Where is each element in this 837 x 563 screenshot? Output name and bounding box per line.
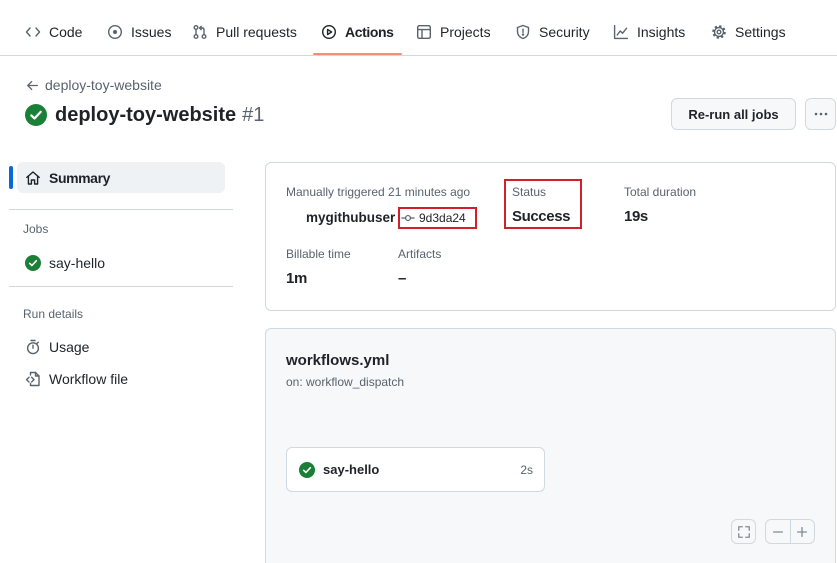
jobs-heading: Jobs (23, 222, 49, 236)
zoom-in-button[interactable] (789, 520, 815, 543)
plus-icon (797, 526, 808, 537)
play-icon (321, 24, 337, 40)
trigger-text: Manually triggered 21 minutes ago (286, 185, 471, 199)
commit-link[interactable]: 9d3da24 (400, 209, 475, 227)
billable-value: 1m (286, 270, 307, 287)
repo-nav: Code Issues Pull requests Actions Projec… (0, 0, 837, 56)
back-to-workflow-link[interactable]: deploy-toy-website (26, 75, 162, 95)
zoom-out-button[interactable] (766, 520, 790, 543)
rerun-all-jobs-button[interactable]: Re-run all jobs (671, 98, 796, 130)
duration-label: Total duration (624, 185, 697, 199)
commit-sha: 9d3da24 (419, 211, 466, 225)
stopwatch-icon (26, 339, 40, 355)
sidebar-item-label: say-hello (49, 255, 106, 271)
run-number: #1 (242, 104, 265, 126)
run-title: deploy-toy-website (55, 104, 237, 126)
dash-icon (772, 530, 783, 533)
tab-label: Issues (131, 24, 172, 40)
sidebar-item-job-say-hello[interactable]: say-hello (17, 251, 225, 275)
kebab-horizontal-icon (814, 112, 827, 116)
tab-security[interactable]: Security (507, 16, 598, 48)
arrow-left-icon (27, 80, 39, 90)
gear-icon (712, 25, 726, 39)
tab-settings[interactable]: Settings (703, 16, 794, 48)
back-link-label: deploy-toy-website (45, 77, 162, 93)
run-summary-card: Manually triggered 21 minutes ago mygith… (265, 162, 836, 311)
file-code-icon (25, 371, 40, 387)
sidebar-item-label: Summary (49, 169, 111, 186)
status-label: Status (512, 185, 547, 199)
graph-job-say-hello[interactable]: say-hello 2s (286, 447, 545, 492)
sidebar-item-workflow-file[interactable]: Workflow file (17, 367, 225, 391)
tab-insights[interactable]: Insights (605, 16, 693, 48)
artifacts-label: Artifacts (398, 247, 442, 261)
fullscreen-button[interactable] (731, 519, 756, 544)
selected-indicator (9, 166, 13, 189)
tab-label: Code (49, 24, 83, 40)
billable-label: Billable time (286, 247, 351, 261)
check-circle-fill-icon (25, 255, 41, 271)
workflow-trigger: on: workflow_dispatch (286, 375, 405, 389)
tab-label: Pull requests (216, 24, 297, 40)
sidebar-divider (9, 209, 233, 210)
sidebar-item-label: Usage (49, 339, 90, 355)
tab-label: Insights (637, 24, 686, 40)
run-details-heading: Run details (23, 307, 84, 321)
tab-code[interactable]: Code (17, 16, 90, 48)
zoom-controls (765, 519, 815, 544)
job-name: say-hello (323, 462, 380, 477)
code-icon (25, 27, 41, 37)
page-title: deploy-toy-website #1 (55, 102, 264, 128)
tab-label: Security (539, 24, 590, 40)
home-icon (26, 170, 40, 185)
tab-projects[interactable]: Projects (408, 16, 499, 48)
tab-issues[interactable]: Issues (99, 16, 179, 48)
shield-icon (516, 24, 530, 40)
sidebar-item-usage[interactable]: Usage (17, 335, 225, 359)
run-title-row: deploy-toy-website #1 (25, 102, 264, 128)
more-options-button[interactable] (805, 98, 836, 130)
screen-full-icon (737, 525, 750, 538)
job-duration: 2s (520, 462, 533, 477)
table-icon (417, 25, 432, 40)
tab-label: Settings (735, 24, 786, 40)
artifacts-value: – (398, 270, 406, 287)
issue-opened-icon (107, 24, 123, 40)
sidebar-item-summary[interactable]: Summary (17, 162, 225, 193)
actor-link[interactable]: mygithubuser (306, 209, 395, 227)
tab-actions[interactable]: Actions (313, 16, 402, 55)
graph-icon (613, 24, 629, 40)
check-circle-fill-icon (25, 104, 47, 126)
git-pull-request-icon (193, 25, 207, 39)
check-circle-fill-icon (299, 461, 315, 478)
tab-label: Projects (440, 24, 491, 40)
git-commit-icon (401, 214, 415, 222)
tab-label: Actions (345, 24, 394, 40)
status-value: Success (512, 208, 571, 225)
duration-value: 19s (624, 208, 648, 225)
workflow-file-name: workflows.yml (286, 352, 390, 369)
tab-pull-requests[interactable]: Pull requests (184, 16, 305, 48)
sidebar-divider (9, 286, 233, 287)
sidebar-item-label: Workflow file (49, 371, 129, 387)
workflow-graph-card: workflows.yml on: workflow_dispatch say-… (265, 328, 836, 563)
